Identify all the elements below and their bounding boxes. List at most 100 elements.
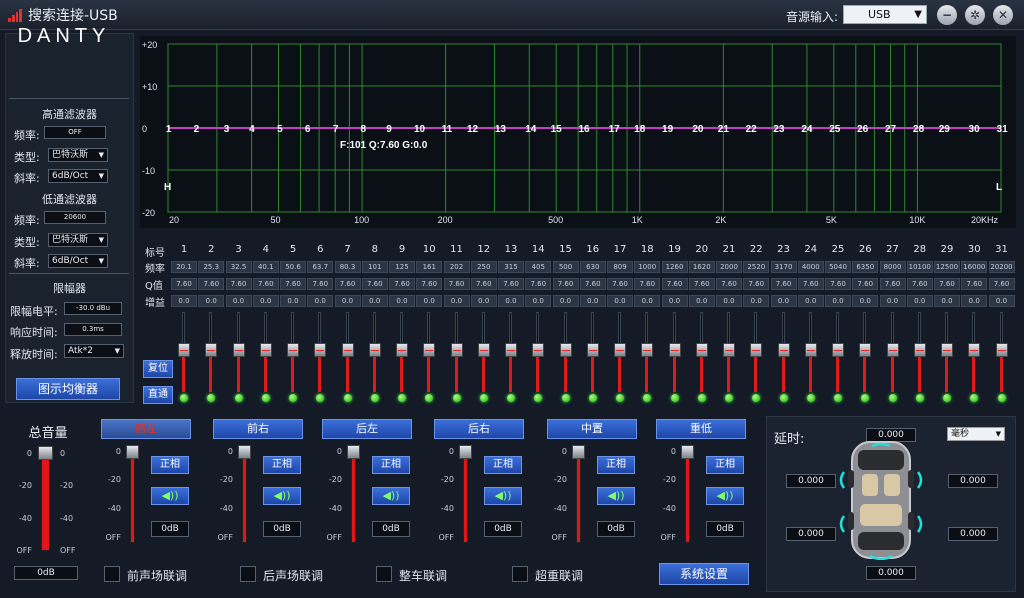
band-gain-input[interactable]: 0.0 [307, 295, 334, 307]
fader-knob[interactable] [995, 343, 1008, 357]
band-gain-fader[interactable] [995, 312, 1008, 392]
band-q-input[interactable]: 7.60 [716, 278, 742, 290]
band-freq-input[interactable]: 10100 [906, 261, 933, 273]
band-gain-input[interactable]: 0.0 [988, 295, 1015, 307]
band-q-input[interactable]: 7.60 [525, 278, 552, 290]
band-gain-fader[interactable] [750, 312, 763, 392]
band-q-input[interactable]: 7.60 [389, 278, 415, 290]
eq-reset-button[interactable]: 复位 [143, 360, 173, 378]
band-gain-input[interactable]: 0.0 [770, 295, 797, 307]
band-active-led[interactable] [779, 394, 788, 402]
fader-knob[interactable] [450, 343, 463, 357]
band-freq-input[interactable]: 16000 [961, 261, 988, 273]
fader-knob[interactable] [477, 343, 490, 357]
band-freq-input[interactable]: 500 [552, 261, 579, 273]
band-active-led[interactable] [725, 394, 733, 402]
channel-volume-fader[interactable] [347, 445, 360, 543]
band-q-input[interactable]: 7.60 [252, 278, 279, 290]
band-gain-fader[interactable] [477, 312, 490, 392]
band-gain-input[interactable]: 0.0 [443, 295, 470, 307]
fader-knob[interactable] [695, 343, 708, 357]
band-gain-input[interactable]: 0.0 [361, 295, 388, 307]
delay-rear-left-input[interactable]: 0.000 [786, 527, 836, 541]
band-gain-fader[interactable] [777, 312, 790, 392]
band-freq-input[interactable]: 5040 [825, 261, 851, 273]
band-gain-input[interactable]: 0.0 [879, 295, 906, 307]
channel-fader-knob[interactable] [459, 445, 472, 459]
band-freq-input[interactable]: 4000 [797, 261, 824, 273]
band-q-input[interactable]: 7.60 [825, 278, 851, 290]
speaker-mute-icon[interactable]: ◀)) [706, 487, 744, 505]
band-q-input[interactable]: 7.60 [607, 278, 633, 290]
band-gain-input[interactable]: 0.0 [552, 295, 579, 307]
band-freq-input[interactable]: 80.3 [334, 261, 361, 273]
band-q-input[interactable]: 7.60 [443, 278, 470, 290]
fader-knob[interactable] [586, 343, 599, 357]
band-freq-input[interactable]: 405 [525, 261, 552, 273]
settings-icon[interactable]: ✲ [965, 5, 985, 25]
fader-knob[interactable] [723, 343, 735, 357]
delay-unit-select[interactable]: 毫秒 ▼ [947, 427, 1005, 441]
channel-phase-button[interactable]: 正相 [372, 456, 410, 474]
delay-bottom-input[interactable]: 0.000 [866, 566, 916, 580]
highpass-freq-input[interactable]: OFF [44, 126, 106, 139]
fader-knob[interactable] [205, 343, 218, 357]
band-q-input[interactable]: 7.60 [579, 278, 606, 290]
band-active-led[interactable] [697, 394, 706, 402]
band-active-led[interactable] [915, 394, 924, 402]
band-q-input[interactable]: 7.60 [634, 278, 661, 290]
band-freq-input[interactable]: 161 [416, 261, 443, 273]
band-active-led[interactable] [261, 394, 270, 402]
band-freq-input[interactable]: 40.1 [252, 261, 279, 273]
band-freq-input[interactable]: 1620 [688, 261, 715, 273]
band-gain-fader[interactable] [368, 312, 381, 392]
channel-select-button[interactable]: 中置 [547, 419, 637, 439]
limiter-attack-input[interactable]: 0.3ms [64, 323, 122, 336]
system-settings-button[interactable]: 系统设置 [659, 563, 749, 585]
delay-front-right-input[interactable]: 0.000 [948, 474, 998, 488]
close-button[interactable]: ✕ [993, 5, 1013, 25]
band-gain-input[interactable]: 0.0 [934, 295, 960, 307]
band-active-led[interactable] [398, 394, 406, 402]
band-gain-input[interactable]: 0.0 [280, 295, 306, 307]
band-gain-fader[interactable] [341, 312, 354, 392]
graphic-eq-button[interactable]: 图示均衡器 [16, 378, 120, 400]
band-gain-input[interactable]: 0.0 [389, 295, 415, 307]
band-active-led[interactable] [670, 394, 679, 402]
minimize-button[interactable]: − [937, 5, 957, 25]
band-freq-input[interactable]: 1000 [634, 261, 661, 273]
band-gain-fader[interactable] [668, 312, 681, 392]
band-gain-fader[interactable] [804, 312, 817, 392]
band-gain-fader[interactable] [396, 312, 408, 392]
band-q-input[interactable]: 7.60 [280, 278, 306, 290]
band-gain-input[interactable]: 0.0 [525, 295, 552, 307]
band-gain-fader[interactable] [423, 312, 436, 392]
band-q-input[interactable]: 7.60 [770, 278, 797, 290]
fader-knob[interactable] [505, 343, 517, 357]
channel-select-button[interactable]: 前左 [101, 419, 191, 439]
band-gain-fader[interactable] [559, 312, 572, 392]
channel-select-button[interactable]: 后左 [322, 419, 412, 439]
band-gain-fader[interactable] [695, 312, 708, 392]
band-q-input[interactable]: 7.60 [225, 278, 252, 290]
band-active-led[interactable] [289, 394, 297, 402]
band-active-led[interactable] [888, 394, 897, 402]
band-freq-input[interactable]: 250 [470, 261, 497, 273]
band-freq-input[interactable]: 25.3 [198, 261, 225, 273]
band-freq-input[interactable]: 2520 [743, 261, 770, 273]
band-active-led[interactable] [752, 394, 761, 402]
channel-fader-knob[interactable] [681, 445, 694, 459]
fader-knob[interactable] [259, 343, 272, 357]
band-gain-fader[interactable] [314, 312, 327, 392]
band-active-led[interactable] [616, 394, 624, 402]
band-gain-input[interactable]: 0.0 [579, 295, 606, 307]
channel-phase-button[interactable]: 正相 [706, 456, 744, 474]
band-q-input[interactable]: 7.60 [498, 278, 524, 290]
band-q-input[interactable]: 7.60 [688, 278, 715, 290]
band-freq-input[interactable]: 20.1 [171, 261, 197, 273]
band-gain-input[interactable]: 0.0 [607, 295, 633, 307]
band-gain-input[interactable]: 0.0 [852, 295, 879, 307]
band-freq-input[interactable]: 32.5 [225, 261, 252, 273]
fader-knob[interactable] [777, 343, 790, 357]
band-gain-fader[interactable] [641, 312, 654, 392]
